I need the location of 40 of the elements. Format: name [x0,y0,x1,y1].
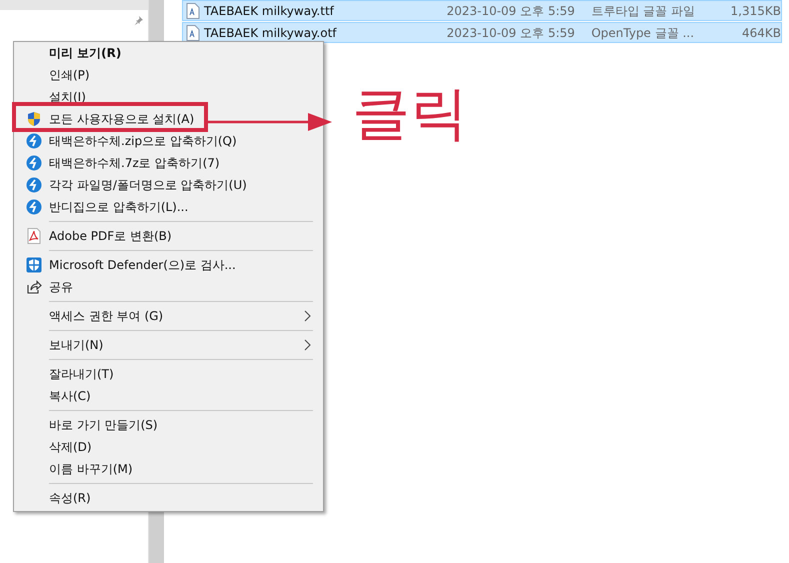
file-name: TAEBAEK milkyway.ttf [204,4,336,18]
menu-item[interactable]: 잘라내기(T) [49,366,114,382]
pdf-icon [26,228,40,244]
file-type: OpenType 글꼴 ... [591,26,696,40]
font-file-icon [186,24,200,40]
menu-item[interactable]: Adobe PDF로 변환(B) [49,228,172,244]
lightning-circle-icon [26,133,42,149]
font-file-icon [186,2,200,18]
menu-item[interactable]: 반디집으로 압축하기(L)... [49,198,188,216]
menu-item[interactable]: 보내기(N) [49,336,104,354]
menu-item[interactable]: 태백은하수체.7z로 압축하기(7) [49,154,220,172]
menu-item[interactable]: 모든 사용자용으로 설치(A) [49,110,194,128]
file-date: 2023-10-09 오후 5:59 [446,26,576,40]
menu-item[interactable]: Microsoft Defender(으)로 검사... [49,256,236,274]
menu-item[interactable]: 액세스 권한 부여 (G) [49,308,164,324]
menu-item[interactable]: 태백은하수체.zip으로 압축하기(Q) [49,132,237,150]
menu-item[interactable]: 공유 [49,278,73,296]
menu-item[interactable]: 각각 파일명/폴더명으로 압축하기(U) [49,176,247,194]
lightning-circle-icon [26,177,42,193]
file-size: 1,315KB [730,4,781,18]
menu-item[interactable]: 인쇄(P) [49,66,90,84]
menu-item[interactable]: 이름 바꾸기(M) [49,460,133,478]
shield-cross-icon [26,257,42,273]
lightning-circle-icon [26,155,42,171]
file-row[interactable]: TAEBAEK milkyway.ttf 2023-10-09 오후 5:59 트루타입 글꼴 파일 1,315KB [182,0,782,21]
menu-item[interactable]: 속성(R) [49,490,91,506]
pin-icon[interactable] [134,16,144,26]
file-size: 464KB [740,26,781,40]
file-date: 2023-10-09 오후 5:59 [446,4,576,18]
file-name: TAEBAEK milkyway.otf [204,26,338,40]
shield-icon [26,111,42,127]
file-type: 트루타입 글꼴 파일 [591,4,696,18]
menu-item[interactable]: 복사(C) [49,388,91,404]
lightning-circle-icon [26,199,42,215]
menu-item[interactable]: 바로 가기 만들기(S) [49,416,158,434]
share-icon [26,279,42,295]
file-row[interactable]: TAEBAEK milkyway.otf 2023-10-09 오후 5:59 OpenType 글꼴 ... 464KB [182,22,782,43]
menu-item[interactable]: 삭제(D) [49,438,92,456]
callout-label: 클릭 [352,82,468,146]
menu-item[interactable]: 미리 보기(R) [49,44,122,62]
